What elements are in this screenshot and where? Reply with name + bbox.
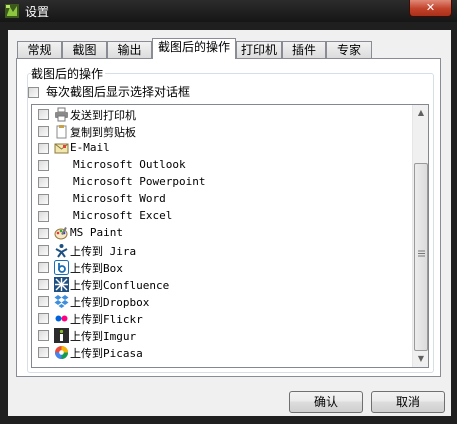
list-item[interactable]: MS Paint <box>36 225 412 242</box>
tab-plugins[interactable]: 插件 <box>282 41 326 58</box>
item-label: MS Paint <box>70 226 123 239</box>
title-bar[interactable]: 设置 ✕ <box>0 0 457 22</box>
item-checkbox[interactable] <box>38 109 49 120</box>
close-icon: ✕ <box>425 1 436 14</box>
item-label: 上传到Box <box>70 262 123 275</box>
scroll-thumb[interactable] <box>414 163 428 351</box>
list-item[interactable]: 上传到Dropbox <box>36 293 412 310</box>
destination-tab-panel: 截图后的操作 每次截图后显示选择对话框 发送到打印机 复制到剪贴板 E-Mail… <box>16 58 441 377</box>
box-icon <box>54 260 69 275</box>
item-checkbox[interactable] <box>38 262 49 273</box>
list-item[interactable]: 上传到Confluence <box>36 276 412 293</box>
greenshot-app-icon <box>4 3 20 19</box>
list-item[interactable]: Microsoft Word <box>36 191 412 208</box>
dialog-client-area: 常规 截图 输出 截图后的操作 打印机 插件 专家 截图后的操作 每次截图后显示… <box>8 30 451 416</box>
group-label: 截图后的操作 <box>31 65 106 82</box>
email-icon <box>54 141 69 156</box>
window-title: 设置 <box>25 5 50 19</box>
picasa-icon <box>54 345 69 360</box>
flickr-icon <box>54 311 69 326</box>
show-dialog-row[interactable]: 每次截图后显示选择对话框 <box>28 85 190 99</box>
destinations-list[interactable]: 发送到打印机 复制到剪贴板 E-Mail Microsoft Outlook M… <box>31 104 429 368</box>
item-checkbox[interactable] <box>38 211 49 222</box>
item-checkbox[interactable] <box>38 279 49 290</box>
item-checkbox[interactable] <box>38 143 49 154</box>
ok-button[interactable]: 确认 <box>289 391 363 413</box>
item-checkbox[interactable] <box>38 228 49 239</box>
item-label: Microsoft Excel <box>73 209 173 222</box>
grip-icon <box>418 250 425 257</box>
scroll-down-icon[interactable]: ▼ <box>413 351 428 367</box>
list-item[interactable]: Microsoft Excel <box>36 208 412 225</box>
dropbox-icon <box>54 294 69 309</box>
show-dialog-checkbox[interactable] <box>28 87 39 98</box>
clipboard-icon <box>54 124 69 139</box>
list-item[interactable]: 复制到剪贴板 <box>36 123 412 140</box>
item-label: 上传到Dropbox <box>70 296 150 309</box>
list-item[interactable]: 上传到Box <box>36 259 412 276</box>
item-label: E-Mail <box>70 141 110 154</box>
item-label: 上传到Imgur <box>70 330 137 343</box>
printer-icon <box>54 107 69 122</box>
tab-general[interactable]: 常规 <box>17 41 62 58</box>
item-checkbox[interactable] <box>38 313 49 324</box>
tab-output[interactable]: 输出 <box>107 41 152 58</box>
list-item[interactable]: 上传到 Jira <box>36 242 412 259</box>
list-item[interactable]: 上传到Picasa <box>36 344 412 361</box>
tab-destination[interactable]: 截图后的操作 <box>152 38 236 59</box>
item-label: Microsoft Outlook <box>73 158 186 171</box>
item-label: 上传到Flickr <box>70 313 143 326</box>
jira-icon <box>54 243 69 258</box>
tab-expert[interactable]: 专家 <box>326 41 372 58</box>
item-checkbox[interactable] <box>38 296 49 307</box>
tab-capture[interactable]: 截图 <box>62 41 107 58</box>
list-item[interactable]: 上传到Flickr <box>36 310 412 327</box>
item-label: 复制到剪贴板 <box>70 126 136 139</box>
list-item[interactable]: Microsoft Powerpoint <box>36 174 412 191</box>
item-label: 上传到 Jira <box>70 245 137 258</box>
item-checkbox[interactable] <box>38 126 49 137</box>
close-button[interactable]: ✕ <box>409 0 452 17</box>
item-checkbox[interactable] <box>38 245 49 256</box>
item-checkbox[interactable] <box>38 194 49 205</box>
list-item[interactable]: Microsoft Outlook <box>36 157 412 174</box>
item-checkbox[interactable] <box>38 330 49 341</box>
list-item[interactable]: E-Mail <box>36 140 412 157</box>
item-checkbox[interactable] <box>38 177 49 188</box>
list-scrollbar[interactable]: ▲ ▼ <box>412 105 428 367</box>
show-dialog-label: 每次截图后显示选择对话框 <box>46 85 191 99</box>
settings-window: 设置 ✕ 常规 截图 输出 截图后的操作 打印机 插件 专家 截图后的操作 每次… <box>0 0 457 424</box>
list-item[interactable]: 发送到打印机 <box>36 106 412 123</box>
item-checkbox[interactable] <box>38 347 49 358</box>
tab-printer[interactable]: 打印机 <box>236 41 282 58</box>
item-label: Microsoft Powerpoint <box>73 175 206 188</box>
imgur-icon <box>54 328 69 343</box>
item-label: 发送到打印机 <box>70 109 136 122</box>
confluence-icon <box>54 277 69 292</box>
item-checkbox[interactable] <box>38 160 49 171</box>
item-label: 上传到Picasa <box>70 347 143 360</box>
list-item[interactable]: 上传到Imgur <box>36 327 412 344</box>
item-label: Microsoft Word <box>73 192 166 205</box>
cancel-button[interactable]: 取消 <box>371 391 445 413</box>
item-label: 上传到Confluence <box>70 279 170 292</box>
scroll-up-icon[interactable]: ▲ <box>413 105 428 121</box>
paint-icon <box>54 226 69 241</box>
